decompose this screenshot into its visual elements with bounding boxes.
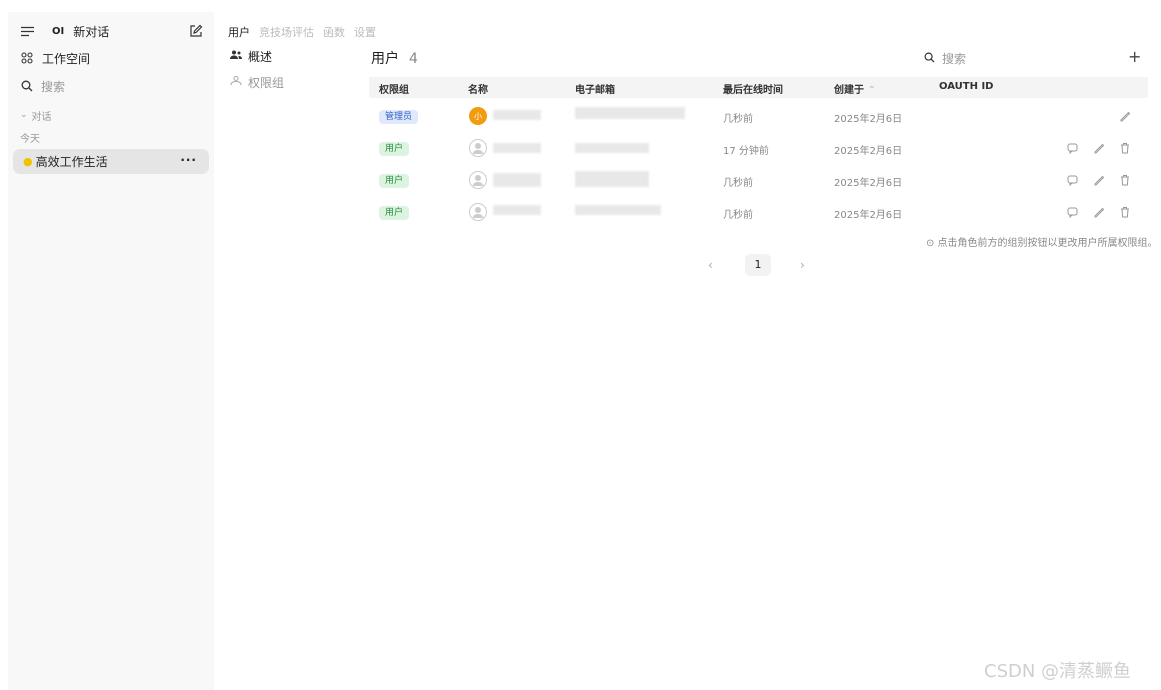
compose-icon[interactable] [189, 24, 203, 41]
logo: OI [52, 25, 65, 37]
edit-icon[interactable] [1092, 173, 1106, 187]
subnav-label: 概述 [248, 49, 273, 64]
role-badge[interactable]: 管理员 [379, 110, 419, 124]
last-online: 17 分钟前 [723, 146, 769, 157]
role-badge[interactable]: 用户 [379, 174, 410, 188]
created-date: 2025年2月6日 [834, 114, 903, 125]
redacted-name [493, 143, 541, 153]
table-row: 用户 几秒前 2025年2月6日 [369, 165, 1148, 197]
section-label: 对话 [31, 111, 52, 123]
chats-icon[interactable] [1066, 205, 1080, 219]
table-row: 用户 几秒前 2025年2月6日 [369, 197, 1148, 229]
avatar [469, 171, 487, 189]
avatar [469, 139, 487, 157]
menu-icon[interactable] [20, 24, 34, 38]
prev-page-button[interactable]: ‹ [708, 258, 713, 272]
add-user-button[interactable]: + [1128, 47, 1141, 66]
redacted-email [575, 171, 649, 187]
tab-arena[interactable]: 竞技场评估 [259, 24, 314, 40]
chats-icon[interactable] [1066, 141, 1080, 155]
edit-icon[interactable] [1118, 109, 1132, 123]
chat-item[interactable]: ● 高效工作生活 ··· [13, 149, 209, 174]
sidebar-header: OI 新对话 [20, 18, 109, 44]
sort-asc-icon: ⌃ [867, 85, 876, 96]
trash-icon[interactable] [1118, 205, 1132, 219]
chevron-down-icon: ⌄ [20, 110, 28, 120]
user-search[interactable]: 搜索 [924, 50, 966, 67]
watermark: CSDN @清蒸鳜鱼 [984, 661, 1132, 682]
pagination: ‹ 1 › [700, 254, 820, 276]
column-header-role[interactable]: 权限组 [379, 81, 409, 96]
trash-icon[interactable] [1118, 141, 1132, 155]
search-input[interactable]: 搜索 [942, 50, 966, 67]
redacted-name [493, 173, 541, 187]
search-icon [924, 52, 935, 66]
group-label-today: 今天 [20, 124, 40, 150]
user-count: 4 [409, 51, 418, 67]
created-date: 2025年2月6日 [834, 146, 903, 157]
page-title: 用户 4 [371, 48, 418, 68]
tab-functions[interactable]: 函数 [323, 24, 345, 40]
created-date: 2025年2月6日 [834, 210, 903, 221]
sidebar-item-workspace[interactable]: 工作空间 [20, 45, 90, 71]
avatar [469, 203, 487, 221]
last-online: 几秒前 [723, 114, 753, 125]
search-icon [20, 79, 34, 93]
column-header-name[interactable]: 名称 [468, 81, 488, 96]
page-number-button[interactable]: 1 [745, 254, 771, 276]
created-date: 2025年2月6日 [834, 178, 903, 189]
chats-icon[interactable] [1066, 173, 1080, 187]
redacted-email [575, 107, 685, 119]
redacted-name [493, 205, 541, 215]
sidebar: OI 新对话 工作空间 搜索 ⌄ 对话 今天 ● 高效工作生活 ··· [8, 12, 214, 690]
new-chat-button[interactable]: 新对话 [73, 23, 109, 40]
hint-text: ⊙ 点击角色前方的组别按钮以更改用户所属权限组。 [926, 238, 1158, 249]
role-badge[interactable]: 用户 [379, 142, 410, 156]
redacted-email [575, 143, 649, 153]
role-badge[interactable]: 用户 [379, 206, 410, 220]
sidebar-search[interactable]: 搜索 [20, 73, 65, 99]
avatar: 小 [469, 107, 487, 125]
chat-item-title: 高效工作生活 [35, 155, 108, 169]
redacted-email [575, 205, 661, 215]
admin-tabs: 用户 竞技场评估 函数 设置 [228, 24, 376, 40]
subnav-permission-groups[interactable]: 权限组 [230, 74, 284, 90]
table-row: 管理员 小 几秒前 2025年2月6日 [369, 101, 1148, 133]
group-label: 今天 [20, 133, 40, 145]
column-header-oauth[interactable]: OAUTH ID [939, 81, 993, 92]
column-header-created[interactable]: 创建于 ⌃ [834, 81, 876, 96]
tab-users[interactable]: 用户 [228, 24, 250, 40]
redacted-name [493, 110, 541, 120]
table-header: 权限组 名称 电子邮箱 最后在线时间 创建于 ⌃ OAUTH ID [369, 77, 1148, 98]
grid-icon [20, 51, 34, 65]
group-icon [230, 75, 242, 89]
tab-settings[interactable]: 设置 [354, 24, 376, 40]
table-row: 用户 17 分钟前 2025年2月6日 [369, 133, 1148, 165]
sidebar-search-label: 搜索 [41, 79, 66, 94]
edit-icon[interactable] [1092, 205, 1106, 219]
column-header-created-label: 创建于 [834, 85, 864, 96]
more-options-button[interactable]: ··· [180, 153, 197, 167]
column-header-last-online[interactable]: 最后在线时间 [723, 81, 783, 96]
trash-icon[interactable] [1118, 173, 1132, 187]
subnav-label: 权限组 [248, 75, 285, 90]
users-icon [230, 49, 242, 63]
sidebar-item-label: 工作空间 [42, 51, 91, 66]
lightbulb-icon: ● [23, 155, 33, 168]
next-page-button[interactable]: › [800, 258, 805, 272]
subnav-overview[interactable]: 概述 [230, 48, 284, 64]
page-title-text: 用户 [371, 51, 399, 67]
last-online: 几秒前 [723, 178, 753, 189]
last-online: 几秒前 [723, 210, 753, 221]
edit-icon[interactable] [1092, 141, 1106, 155]
users-subnav: 概述 权限组 [230, 48, 284, 100]
column-header-email[interactable]: 电子邮箱 [575, 81, 615, 96]
